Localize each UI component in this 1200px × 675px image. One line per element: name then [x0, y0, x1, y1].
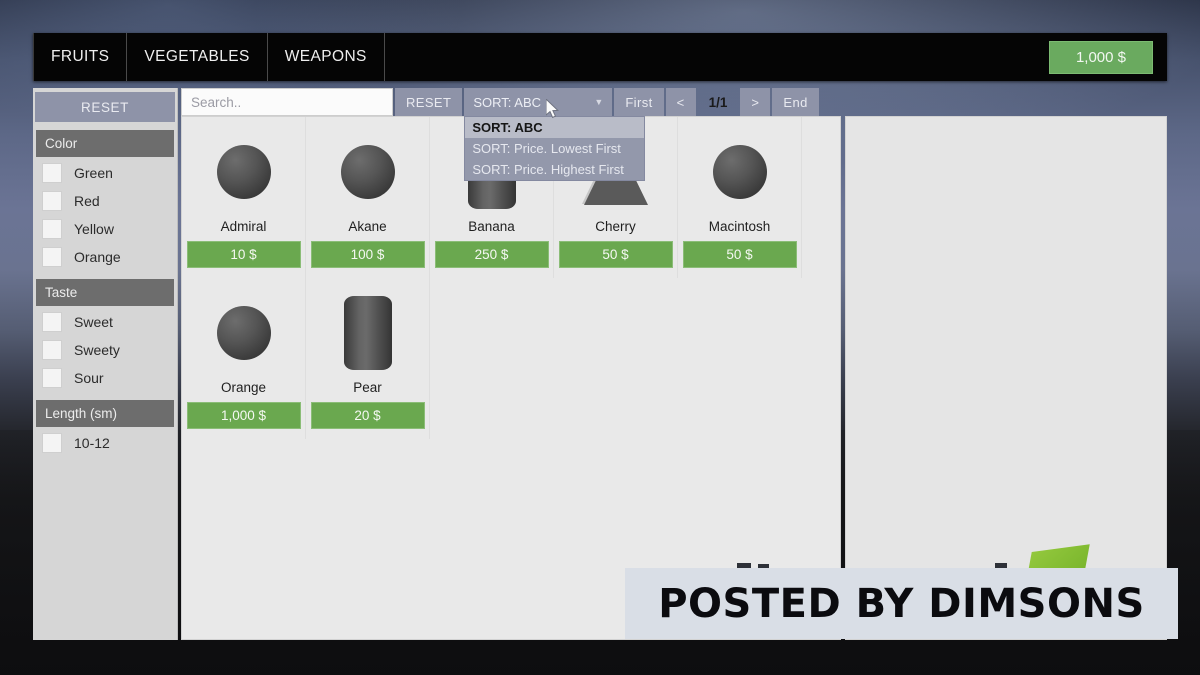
filter-option-yellow[interactable]: Yellow — [33, 215, 177, 243]
item-price-button[interactable]: 50 $ — [682, 241, 797, 268]
watermark-banner: POSTED BY DIMSONS — [625, 568, 1178, 639]
pagination-first-button[interactable]: First — [614, 88, 664, 116]
cylinder-icon — [343, 296, 392, 370]
sort-option-price-highest[interactable]: SORT: Price. Highest First — [465, 159, 644, 180]
item-name: Cherry — [595, 219, 636, 234]
tab-vegetables[interactable]: VEGETABLES — [127, 33, 268, 81]
grid-toolbar: RESET SORT: ABC ▼ SORT: ABC SORT: Price.… — [181, 88, 819, 181]
tab-weapons[interactable]: WEAPONS — [268, 33, 385, 81]
item-price-button[interactable]: 250 $ — [434, 241, 549, 268]
item-name: Banana — [468, 219, 515, 234]
item-name: Orange — [220, 380, 267, 395]
tab-weapons-label: WEAPONS — [284, 48, 367, 65]
item-card-akane[interactable]: Akane 100 $ — [306, 117, 430, 278]
checkbox-red[interactable] — [42, 191, 62, 211]
filter-option-orange-label: Orange — [74, 249, 121, 265]
item-thumbnail — [182, 292, 305, 374]
filter-group-color-header: Color — [36, 130, 174, 157]
checkbox-sour[interactable] — [42, 368, 62, 388]
sort-option-price-lowest[interactable]: SORT: Price. Lowest First — [465, 138, 644, 159]
sphere-icon — [216, 145, 271, 199]
filter-option-sweet[interactable]: Sweet — [33, 308, 177, 336]
checkbox-10-12[interactable] — [42, 433, 62, 453]
detail-panel — [845, 116, 1167, 640]
item-card-admiral[interactable]: Admiral 10 $ — [182, 117, 306, 278]
item-price-button[interactable]: 10 $ — [186, 241, 301, 268]
filter-option-orange[interactable]: Orange — [33, 243, 177, 271]
item-thumbnail — [306, 131, 429, 213]
filter-group-length-header: Length (sm) — [36, 400, 174, 427]
filter-option-red[interactable]: Red — [33, 187, 177, 215]
filter-option-green[interactable]: Green — [33, 159, 177, 187]
sort-selected-label: SORT: ABC — [473, 94, 542, 110]
item-price-button[interactable]: 1,000 $ — [186, 402, 301, 429]
tab-vegetables-label: VEGETABLES — [144, 48, 250, 65]
category-tab-bar: FRUITS VEGETABLES WEAPONS 1,000 $ — [33, 33, 1167, 81]
sort-option-abc[interactable]: SORT: ABC — [465, 117, 645, 138]
tab-fruits[interactable]: FRUITS — [33, 33, 128, 81]
search-reset-button[interactable]: RESET — [395, 88, 463, 116]
sort-dropdown-trigger[interactable]: SORT: ABC ▼ SORT: ABC SORT: Price. Lowes… — [464, 88, 646, 181]
sphere-icon — [340, 145, 395, 199]
filter-option-sweet-label: Sweet — [74, 314, 113, 330]
sort-dropdown-list[interactable]: SORT: ABC SORT: Price. Lowest First SORT… — [464, 116, 646, 181]
filter-option-sour-label: Sour — [74, 370, 104, 386]
filter-group-taste-header: Taste — [36, 279, 174, 306]
item-name: Akane — [348, 219, 387, 234]
pagination-next-button[interactable]: > — [740, 88, 771, 116]
chevron-down-icon: ▼ — [594, 97, 604, 107]
tab-bar-filler — [385, 33, 1049, 81]
filter-option-10-12[interactable]: 10-12 — [33, 429, 177, 457]
item-price-button[interactable]: 50 $ — [558, 241, 673, 268]
checkbox-yellow[interactable] — [42, 219, 62, 239]
money-badge: 1,000 $ — [1048, 40, 1153, 74]
item-name: Admiral — [220, 219, 267, 234]
checkbox-sweety[interactable] — [42, 340, 62, 360]
filter-reset-button[interactable]: RESET — [35, 92, 175, 122]
shop-window: RESET Color Green Red Yellow Orange Tast… — [33, 88, 1167, 640]
item-thumbnail — [678, 131, 801, 213]
filter-option-sweety-label: Sweety — [74, 342, 120, 358]
filter-option-sour[interactable]: Sour — [33, 364, 177, 392]
item-name: Macintosh — [708, 219, 771, 234]
item-thumbnail — [306, 292, 429, 374]
game-screen: FRUITS VEGETABLES WEAPONS 1,000 $ RESET … — [0, 0, 1200, 675]
checkbox-orange[interactable] — [42, 247, 62, 267]
checkbox-green[interactable] — [42, 163, 62, 183]
filter-option-green-label: Green — [74, 165, 113, 181]
pagination-end-button[interactable]: End — [772, 88, 819, 116]
item-card-macintosh[interactable]: Macintosh 50 $ — [678, 117, 802, 278]
item-grid-panel: Admiral 10 $ Akane 100 $ Banana 250 $ Ch… — [181, 116, 841, 640]
tab-fruits-label: FRUITS — [51, 48, 110, 65]
item-thumbnail — [182, 131, 305, 213]
pagination-prev-button[interactable]: < — [665, 88, 696, 116]
filter-option-yellow-label: Yellow — [74, 221, 114, 237]
filter-sidebar: RESET Color Green Red Yellow Orange Tast… — [33, 88, 178, 640]
item-card-pear[interactable]: Pear 20 $ — [306, 278, 430, 439]
filter-option-10-12-label: 10-12 — [74, 435, 110, 451]
watermark-text: POSTED BY DIMSONS — [658, 580, 1145, 627]
filter-option-red-label: Red — [74, 193, 100, 209]
checkbox-sweet[interactable] — [42, 312, 62, 332]
filter-option-sweety[interactable]: Sweety — [33, 336, 177, 364]
search-input[interactable] — [181, 88, 393, 116]
item-card-orange[interactable]: Orange 1,000 $ — [182, 278, 306, 439]
sphere-icon — [712, 145, 767, 199]
pagination-page-indicator: 1/1 — [708, 94, 728, 110]
item-price-button[interactable]: 20 $ — [310, 402, 425, 429]
item-price-button[interactable]: 100 $ — [310, 241, 425, 268]
sphere-icon — [216, 306, 271, 360]
item-name: Pear — [353, 380, 382, 395]
